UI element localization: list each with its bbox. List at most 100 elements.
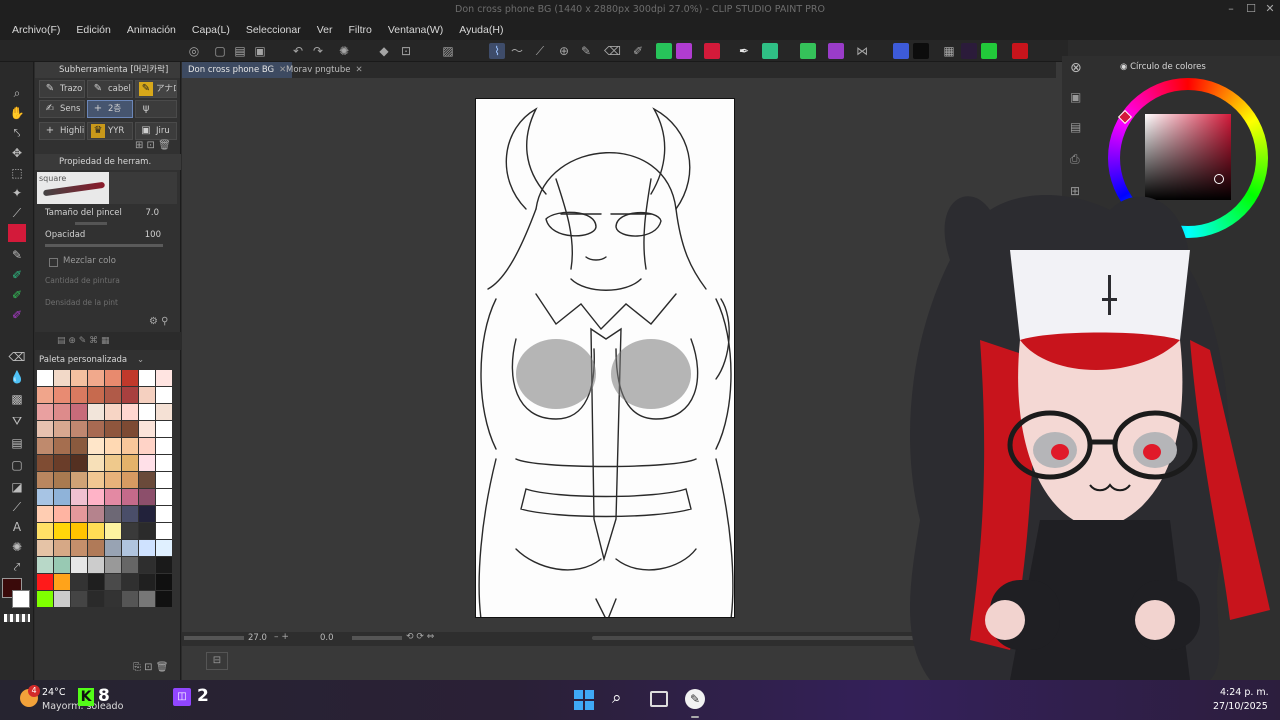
pencil-icon[interactable]: ✎ xyxy=(578,43,594,59)
zoom-icon[interactable]: ⌕ xyxy=(8,84,26,102)
palette-swatch[interactable] xyxy=(71,506,87,522)
palette-swatch[interactable] xyxy=(122,489,138,505)
eraser-icon[interactable]: ⌫ xyxy=(604,43,621,59)
palette-swatch[interactable] xyxy=(88,370,104,386)
palette-swatch[interactable] xyxy=(88,523,104,539)
palette-swatch[interactable] xyxy=(54,557,70,573)
task-view-icon[interactable] xyxy=(650,691,668,707)
palette-swatch[interactable] xyxy=(37,591,53,607)
palette-swatch[interactable] xyxy=(156,489,172,505)
swatch-blue[interactable] xyxy=(893,43,909,59)
windows-start-icon[interactable] xyxy=(574,690,594,710)
opacity-value[interactable]: 100 xyxy=(145,230,161,240)
clip-studio-taskbar-icon[interactable]: ✎ xyxy=(685,689,705,709)
palette-swatch[interactable] xyxy=(71,489,87,505)
palette-swatch[interactable] xyxy=(105,540,121,556)
palette-swatch[interactable] xyxy=(156,455,172,471)
palette-swatch[interactable] xyxy=(156,387,172,403)
palette-swatch[interactable] xyxy=(122,574,138,590)
palette-swatch[interactable] xyxy=(139,523,155,539)
layer-icon[interactable]: ▤ xyxy=(1070,120,1081,134)
ink-pen-icon[interactable]: ✒ xyxy=(736,43,752,59)
palette-swatch[interactable] xyxy=(37,370,53,386)
palette-swatch[interactable] xyxy=(37,404,53,420)
palette-swatch[interactable] xyxy=(156,404,172,420)
tab-morav[interactable]: Morav pngtube ✕ xyxy=(280,62,369,78)
palette-swatch[interactable] xyxy=(88,540,104,556)
palette-swatch[interactable] xyxy=(37,523,53,539)
palette-swatch[interactable] xyxy=(37,421,53,437)
opacity-slider[interactable] xyxy=(45,244,163,247)
decoration-icon[interactable]: ✐ xyxy=(8,306,26,324)
palette-swatch[interactable] xyxy=(105,455,121,471)
undo-icon[interactable]: ↶ xyxy=(290,43,306,59)
balloon-icon[interactable]: ✺ xyxy=(8,538,26,556)
frame-icon[interactable]: ▢ xyxy=(8,456,26,474)
settings-icon[interactable]: ✺ xyxy=(336,43,352,59)
menu-archivo[interactable]: Archivo(F) xyxy=(4,24,68,36)
palette-swatch[interactable] xyxy=(37,574,53,590)
palette-swatch[interactable] xyxy=(105,523,121,539)
close-icon[interactable]: ✕ xyxy=(356,65,363,75)
palette-actions-icons[interactable]: ⎘ ⊡ 🗑 xyxy=(133,662,168,673)
palette-swatch[interactable] xyxy=(105,591,121,607)
menu-ver[interactable]: Ver xyxy=(309,24,341,36)
marquee-icon[interactable]: ⬚ xyxy=(8,164,26,182)
green-pen-icon[interactable] xyxy=(800,43,816,59)
maximize-icon[interactable]: ☐ xyxy=(1244,2,1258,16)
palette-swatch[interactable] xyxy=(156,591,172,607)
kick-icon[interactable]: K xyxy=(78,688,94,706)
palette-swatch[interactable] xyxy=(71,557,87,573)
menu-capa[interactable]: Capa(L) xyxy=(184,24,238,36)
swatch-dark-purple[interactable] xyxy=(961,43,977,59)
move-icon[interactable]: ✥ xyxy=(8,144,26,162)
clip-studio-icon[interactable]: ◎ xyxy=(186,43,202,59)
palette-swatch[interactable] xyxy=(156,540,172,556)
palette-swatch[interactable] xyxy=(54,404,70,420)
subtool-analog[interactable]: ✎アナロ xyxy=(135,80,177,98)
palette-swatch[interactable] xyxy=(122,523,138,539)
palette-swatch[interactable] xyxy=(37,540,53,556)
palette-swatch[interactable] xyxy=(71,574,87,590)
palette-swatch[interactable] xyxy=(156,574,172,590)
transparent-color-icon[interactable] xyxy=(4,614,30,622)
subtool-highli[interactable]: + Highli xyxy=(39,122,85,140)
menu-edicion[interactable]: Edición xyxy=(68,24,118,36)
palette-swatch[interactable] xyxy=(139,455,155,471)
clock-time[interactable]: 4:24 p. m. xyxy=(1220,687,1269,698)
subtool-sens[interactable]: ✍ Sens xyxy=(39,100,85,118)
palette-swatch[interactable] xyxy=(88,574,104,590)
palette-swatch[interactable] xyxy=(156,557,172,573)
palette-swatch[interactable] xyxy=(105,421,121,437)
correct-line-icon[interactable]: ⤤ xyxy=(8,558,26,576)
panel-toggle-icon[interactable]: ⊟ xyxy=(206,652,228,670)
palette-swatch[interactable] xyxy=(139,438,155,454)
palette-swatch[interactable] xyxy=(88,455,104,471)
layer-property-icon[interactable]: ▣ xyxy=(1070,90,1081,104)
crop-icon[interactable]: ⊡ xyxy=(398,43,414,59)
figure-icon[interactable]: ◪ xyxy=(8,478,26,496)
palette-swatch[interactable] xyxy=(71,370,87,386)
palette-swatch[interactable] xyxy=(54,421,70,437)
palette-swatch[interactable] xyxy=(71,472,87,488)
minimize-icon[interactable]: – xyxy=(1224,2,1238,16)
palette-swatch[interactable] xyxy=(71,455,87,471)
operation-icon[interactable]: ⤣ xyxy=(8,124,26,142)
search-icon[interactable]: ⌕ xyxy=(612,688,622,708)
palette-swatch[interactable] xyxy=(139,540,155,556)
palette-swatch[interactable] xyxy=(88,404,104,420)
subtool-cabel[interactable]: ✎ cabel xyxy=(87,80,133,98)
swatch-red[interactable] xyxy=(1012,43,1028,59)
palette-swatch[interactable] xyxy=(71,591,87,607)
palette-swatch[interactable] xyxy=(139,421,155,437)
subtool-grass[interactable]: ψ xyxy=(135,100,177,118)
palette-swatch[interactable] xyxy=(88,591,104,607)
palette-swatch[interactable] xyxy=(139,370,155,386)
palette-swatch[interactable] xyxy=(54,591,70,607)
zoom-tool-icon[interactable]: ⊕ xyxy=(556,43,572,59)
zoom-slider[interactable] xyxy=(184,636,244,640)
pencil-tool-icon[interactable]: ✎ xyxy=(8,246,26,264)
rotate-buttons[interactable]: ⟲ ⟳ ⇔ xyxy=(406,632,434,642)
palette-swatch[interactable] xyxy=(156,421,172,437)
palette-swatch[interactable] xyxy=(105,472,121,488)
